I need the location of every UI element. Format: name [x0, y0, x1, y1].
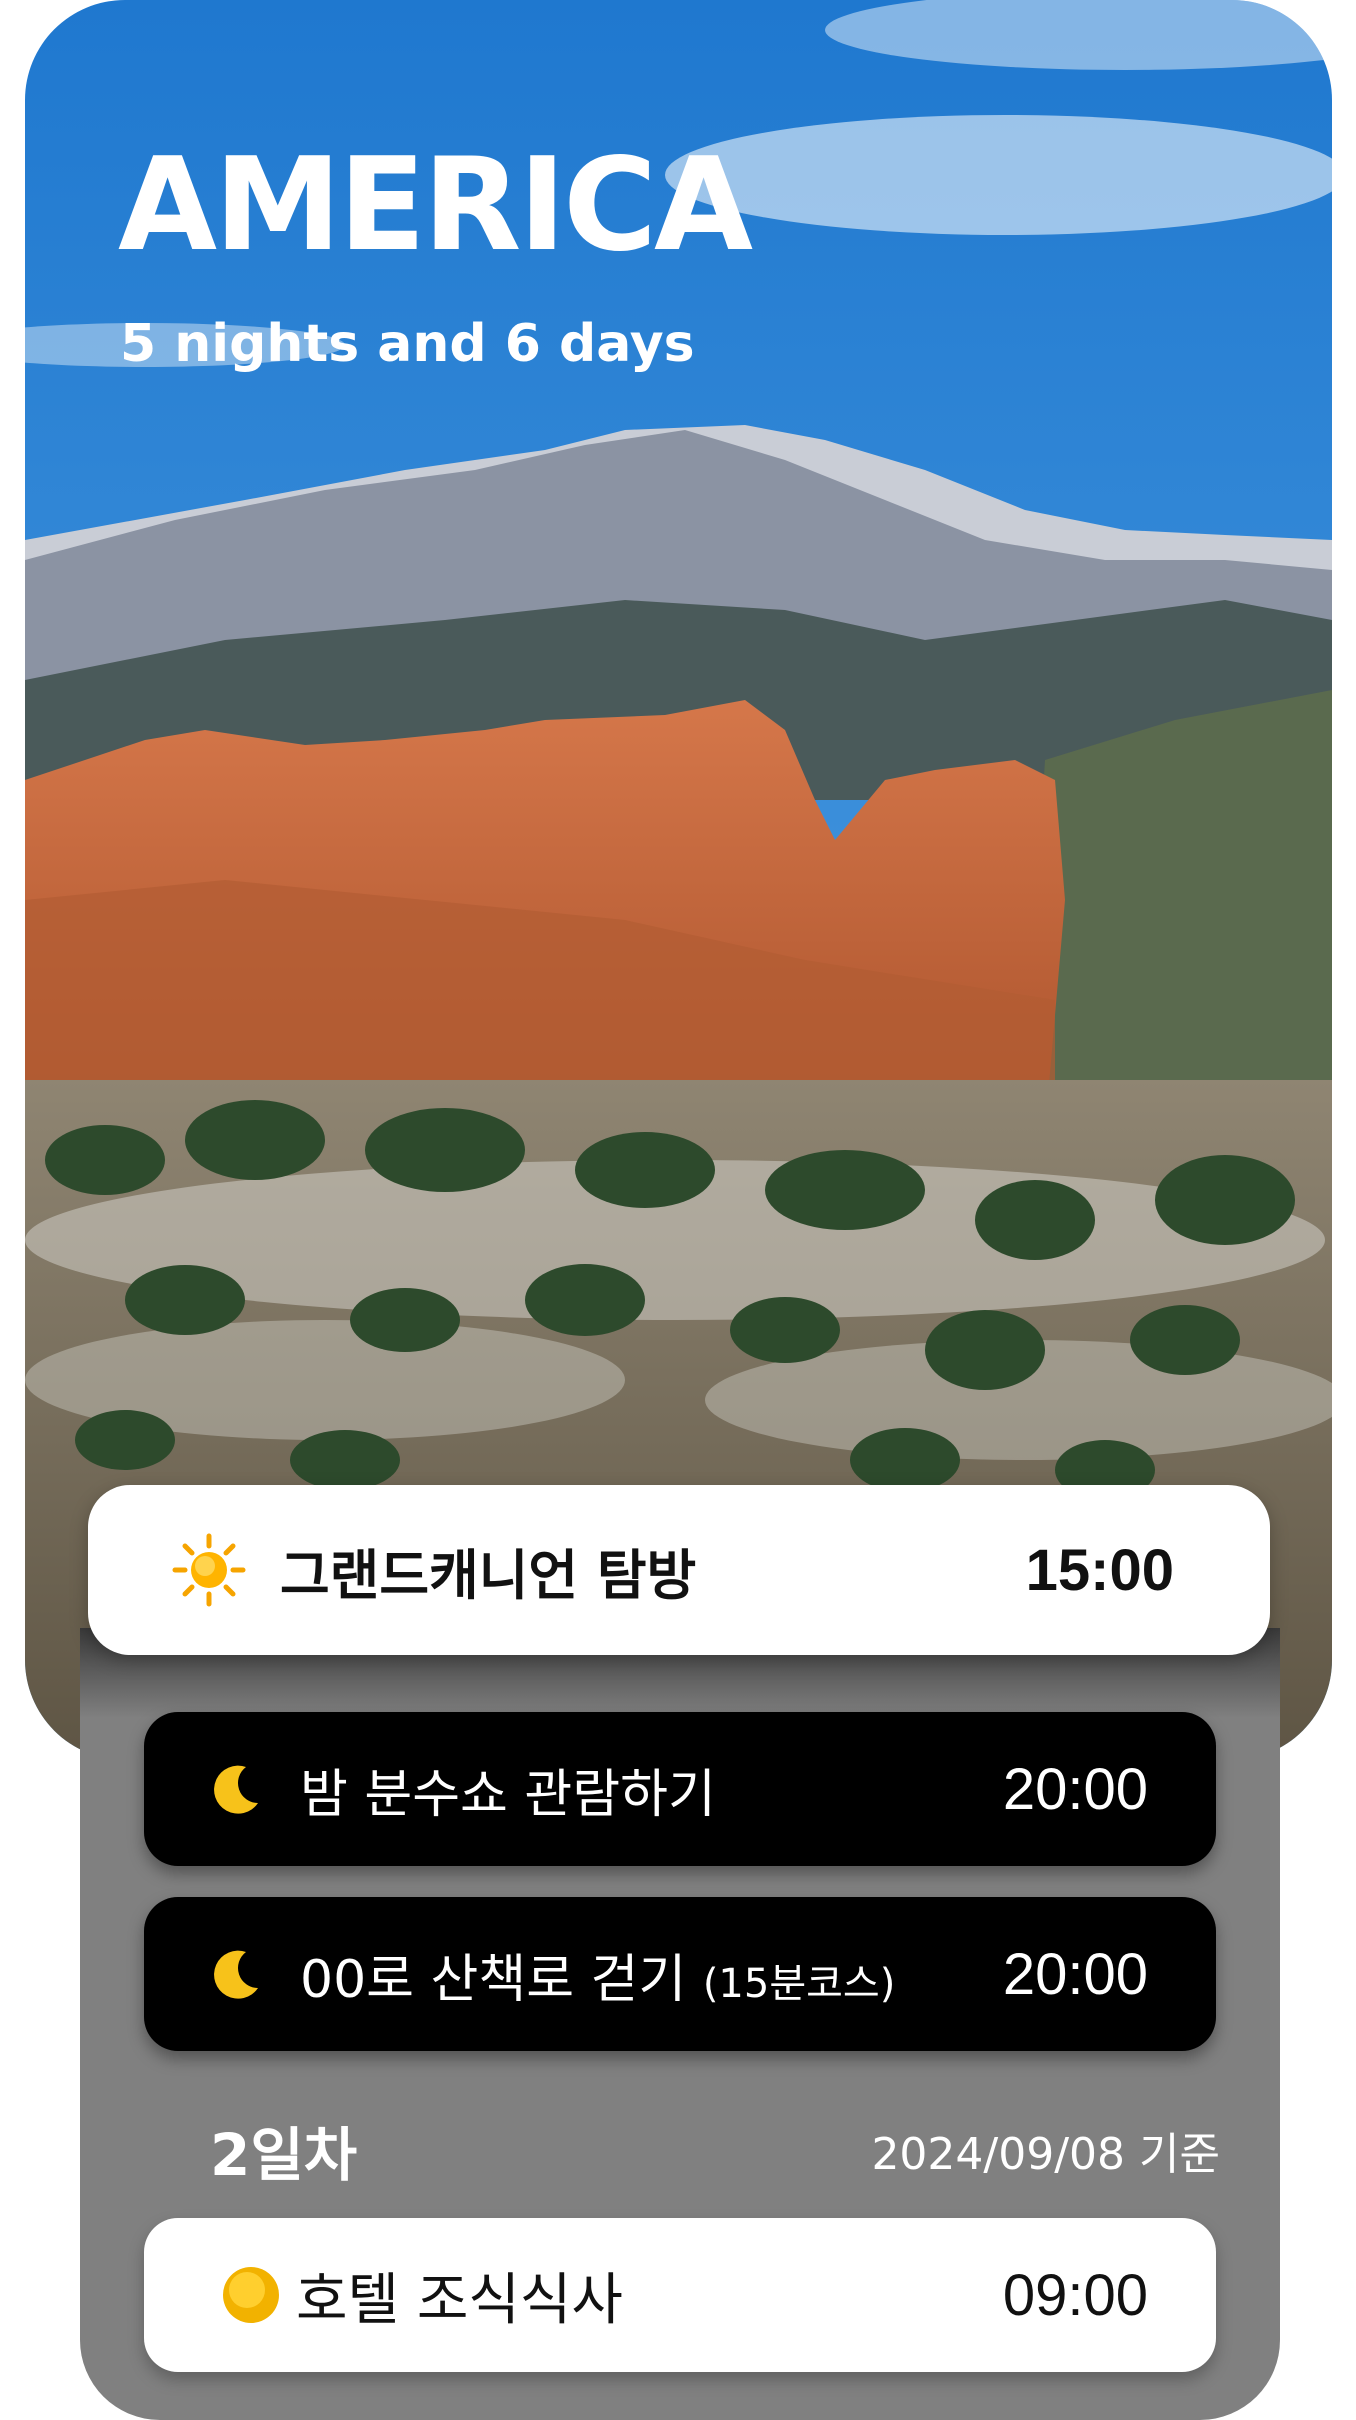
- sun-icon: [172, 1533, 246, 1607]
- schedule-item-label: 호텔 조식식사: [296, 2267, 623, 2333]
- schedule-item-time: 09:00: [1002, 2262, 1148, 2328]
- schedule-item-label: 그랜드캐니언 탐방: [280, 1543, 697, 1607]
- schedule-item[interactable]: 호텔 조식식사 09:00: [144, 2218, 1216, 2372]
- schedule-item-time: 20:00: [1002, 1756, 1148, 1822]
- schedule-item-time: 20:00: [1002, 1941, 1148, 2007]
- sun-circle-icon: [220, 2264, 282, 2326]
- day-header: 2일차 2024/09/08 기준: [210, 2110, 1220, 2190]
- schedule-item-label-main: 00로 산책로 걷기: [300, 1949, 687, 2010]
- schedule-item[interactable]: 밤 분수쇼 관람하기 20:00: [144, 1712, 1216, 1866]
- schedule-item-label: 00로 산책로 걷기 (15분코스): [300, 1937, 1003, 2012]
- schedule-item[interactable]: 00로 산책로 걷기 (15분코스) 20:00: [144, 1897, 1216, 2051]
- day-date: 2024/09/08 기준: [871, 2129, 1220, 2180]
- schedule-item-current[interactable]: 그랜드캐니언 탐방 15:00: [88, 1485, 1270, 1655]
- day-label: 2일차: [210, 2121, 358, 2189]
- course-duration: (15분코스): [702, 1960, 896, 2007]
- schedule-item-time: 15:00: [1025, 1537, 1174, 1603]
- moon-icon: [206, 1759, 266, 1819]
- moon-icon: [206, 1944, 266, 2004]
- page-title: AMERICA: [118, 131, 753, 280]
- schedule-item-label: 밤 분수쇼 관람하기: [300, 1764, 716, 1825]
- trip-duration: 5 nights and 6 days: [120, 314, 695, 374]
